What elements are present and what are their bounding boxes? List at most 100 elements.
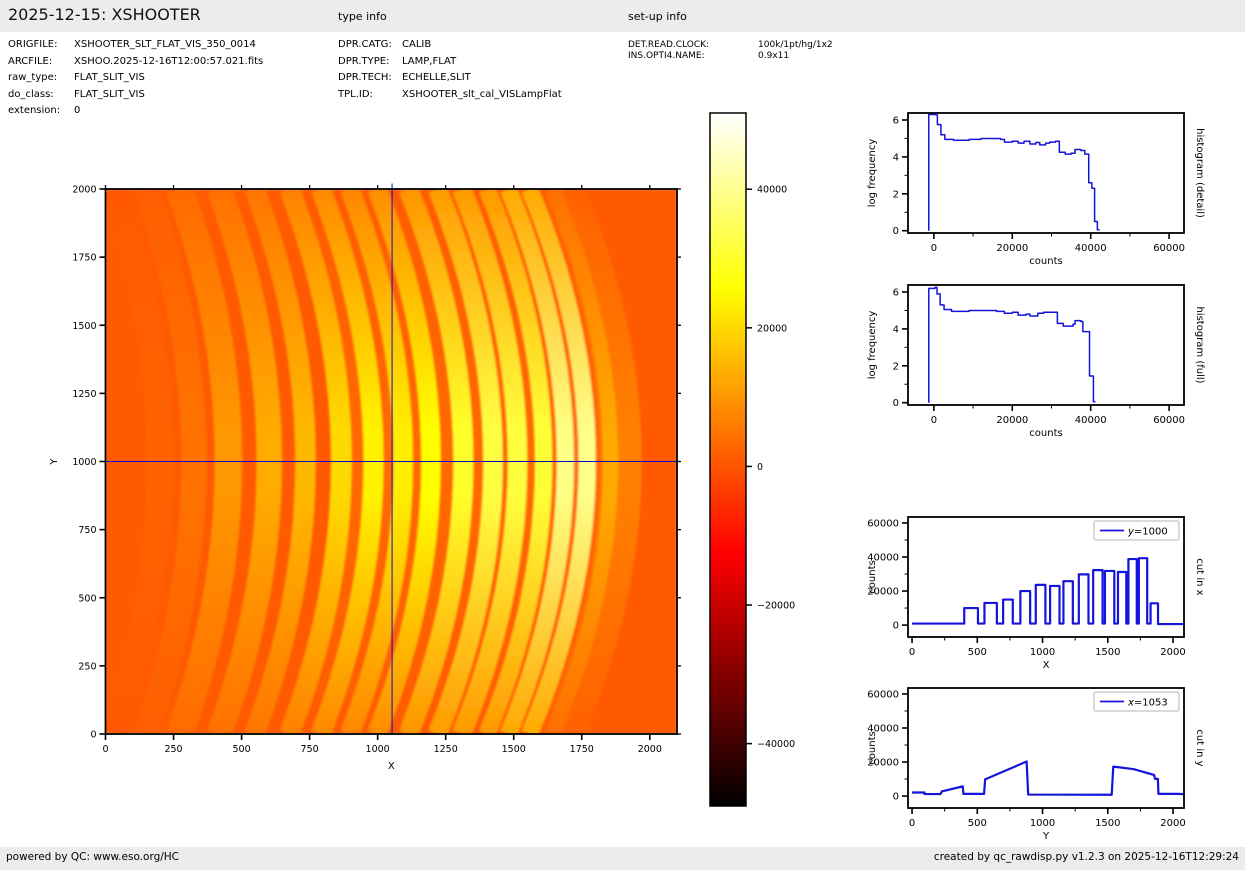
x-tick-label: 0 — [909, 647, 915, 658]
y-tick-label: 1750 — [72, 253, 96, 264]
x-tick-label: 20000 — [996, 243, 1028, 254]
y-tick-label: 0 — [893, 792, 899, 803]
type-info-label: TPL.ID: — [338, 89, 373, 100]
y-tick-label: 1500 — [72, 321, 96, 332]
y-tick-label: 0 — [90, 730, 96, 741]
y-tick-label: 750 — [78, 525, 96, 536]
x-tick-label: 0 — [931, 415, 937, 426]
colorbar-tick-label: 40000 — [757, 185, 787, 196]
y-tick-label: 500 — [78, 593, 96, 604]
y-tick-label: 6 — [893, 288, 899, 299]
x-tick-label: 0 — [931, 243, 937, 254]
type-info-label: DPR.TYPE: — [338, 56, 390, 67]
file-info-value: FLAT_SLIT_VIS — [74, 72, 145, 83]
x-axis-label: counts — [1029, 428, 1062, 439]
section-setup-info: set-up info — [628, 10, 687, 23]
cut-in-x-plot: 0 500 1000 1500 20000200004000060000Xcounts c… — [867, 516, 1205, 671]
y-tick-label: 0 — [893, 226, 899, 237]
file-info-label: ARCFILE: — [8, 56, 53, 67]
right-axis-label: cut in y — [1194, 729, 1205, 766]
x-tick-label: 1000 — [1030, 818, 1055, 829]
x-tick-label: 60000 — [1153, 243, 1185, 254]
y-tick-label: 4 — [893, 152, 899, 163]
x-axis-label: Y — [1042, 831, 1050, 842]
y-tick-label: 60000 — [867, 689, 899, 700]
y-tick-label: 4 — [893, 324, 899, 335]
x-tick-label: 1500 — [502, 744, 526, 755]
y-tick-label: 0 — [893, 398, 899, 409]
y-tick-label: 2 — [893, 361, 899, 372]
file-info-label: ORIGFILE: — [8, 39, 58, 50]
x-tick-label: 500 — [233, 744, 251, 755]
qc-report-page: 2025-12-15: XSHOOTER type info set-up in… — [0, 0, 1245, 870]
x-tick-label: 2000 — [638, 744, 662, 755]
y-axis-label: counts — [867, 560, 878, 593]
x-tick-label: 20000 — [996, 415, 1028, 426]
y-tick-label: 2000 — [72, 185, 96, 196]
data-line — [912, 760, 1184, 796]
y-tick-label: 1000 — [72, 457, 96, 468]
y-tick-label: 60000 — [867, 518, 899, 529]
legend-label: x=1053 — [1127, 698, 1168, 709]
colorbar-tick-label: 20000 — [757, 323, 787, 334]
right-axis-label: cut in x — [1194, 558, 1205, 595]
x-tick-label: 60000 — [1153, 415, 1185, 426]
legend-label: y=1000 — [1127, 527, 1168, 538]
footer-right: created by qc_rawdisp.py v1.2.3 on 2025-… — [933, 851, 1239, 863]
y-axis-label: log frequency — [867, 139, 878, 208]
right-axis-label: histogram (detail) — [1194, 128, 1205, 218]
y-axis-label: log frequency — [867, 311, 878, 380]
type-info-value: XSHOOTER_slt_cal_VISLampFlat — [402, 89, 562, 100]
x-tick-label: 1750 — [570, 744, 594, 755]
histogram-detail-plot: 0 20000 40000 60000 0 2 4 6 counts log frequency h… — [867, 112, 1205, 267]
x-tick-label: 0 — [909, 818, 915, 829]
x-tick-label: 2000 — [1160, 818, 1185, 829]
data-line — [912, 557, 1184, 626]
x-tick-label: 40000 — [1075, 243, 1107, 254]
y-axis-label: Y — [49, 458, 60, 466]
right-axis-label: histogram (full) — [1194, 306, 1205, 383]
colorbar-tick-label: 0 — [757, 462, 763, 473]
x-tick-label: 40000 — [1075, 415, 1107, 426]
file-info-label: do_class: — [8, 89, 54, 100]
data-line — [928, 286, 1096, 403]
setup-info-value: 0.9x11 — [758, 51, 790, 61]
histogram-full-plot: 0 20000 40000 60000 0 2 4 6 counts log frequency h… — [867, 284, 1205, 439]
type-info-value: CALIB — [402, 39, 432, 50]
x-tick-label: 1500 — [1095, 647, 1120, 658]
file-info-label: raw_type: — [8, 72, 58, 83]
x-axis-label: counts — [1029, 256, 1062, 267]
colorbar: 40000 20000 0 −20000 −40000 — [709, 112, 795, 807]
y-tick-label: 2 — [893, 189, 899, 200]
y-axis-label: counts — [867, 731, 878, 764]
data-line — [928, 113, 1100, 231]
x-tick-label: 1500 — [1095, 818, 1120, 829]
x-tick-label: 2000 — [1160, 647, 1185, 658]
y-tick-label: 0 — [893, 621, 899, 632]
x-tick-label: 750 — [301, 744, 319, 755]
y-tick-label: 250 — [78, 661, 96, 672]
x-tick-label: 0 — [102, 744, 108, 755]
y-tick-label: 6 — [893, 116, 899, 127]
y-tick-label: 1250 — [72, 389, 96, 400]
section-type-info: type info — [338, 10, 387, 23]
axes-frame — [907, 112, 1185, 234]
type-info-value: LAMP,FLAT — [402, 56, 457, 67]
file-info-value: FLAT_SLIT_VIS — [74, 89, 145, 100]
page-title: 2025-12-15: XSHOOTER — [8, 5, 201, 24]
colorbar-tick-label: −20000 — [757, 601, 795, 612]
type-info-label: DPR.CATG: — [338, 39, 392, 50]
footer-left: powered by QC: www.eso.org/HC — [6, 851, 180, 863]
type-info-value: ECHELLE,SLIT — [402, 72, 471, 83]
x-tick-label: 250 — [164, 744, 182, 755]
colorbar-gradient — [709, 112, 747, 807]
axes-frame — [907, 284, 1185, 406]
setup-info-label: INS.OPTI4.NAME: — [628, 51, 705, 61]
file-info-value: XSHOOTER_SLT_FLAT_VIS_350_0014 — [74, 39, 256, 50]
colorbar-tick-label: −40000 — [757, 739, 795, 750]
x-tick-label: 1000 — [366, 744, 390, 755]
x-axis-label: X — [388, 761, 395, 772]
file-info-value: 0 — [74, 105, 81, 116]
x-tick-label: 500 — [968, 647, 987, 658]
file-info-label: extension: — [8, 105, 61, 116]
